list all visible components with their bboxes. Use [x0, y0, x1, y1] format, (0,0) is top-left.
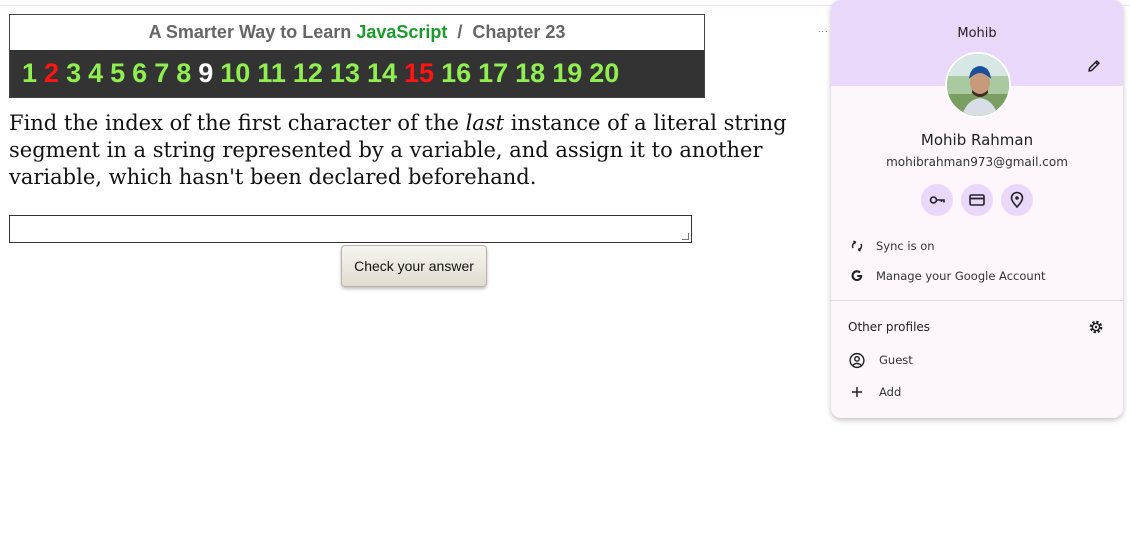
exercise-link-6[interactable]: 6 — [132, 50, 147, 97]
plus-icon — [849, 384, 865, 400]
other-profiles-heading: Other profiles — [848, 320, 931, 334]
add-profile-row[interactable]: Add — [849, 384, 901, 400]
exercise-link-2[interactable]: 2 — [44, 50, 59, 97]
google-icon — [849, 268, 865, 284]
exercise-link-19[interactable]: 19 — [552, 50, 582, 97]
location-pin-icon — [1010, 191, 1024, 209]
profile-menu: Mohib Mohib Rahman mohibrahman973@gmail.… — [831, 0, 1123, 418]
person-circle-icon — [849, 352, 865, 368]
payment-methods-button[interactable] — [961, 184, 993, 216]
question-part-1: Find the index of the first character of… — [9, 111, 466, 135]
exercise-link-11[interactable]: 11 — [257, 50, 286, 97]
sync-icon — [849, 238, 865, 254]
edit-icon[interactable] — [1085, 57, 1103, 75]
key-icon — [929, 196, 945, 204]
question-emphasis: last — [465, 111, 505, 135]
section-divider — [831, 300, 1123, 301]
credit-card-icon — [969, 194, 985, 206]
guest-profile-row[interactable]: Guest — [849, 352, 913, 368]
sync-label: Sync is on — [876, 239, 935, 253]
exercise-link-20[interactable]: 20 — [589, 50, 619, 97]
avatar — [945, 52, 1011, 118]
passwords-button[interactable] — [921, 184, 953, 216]
exercise-number-bar: 1 2 3 4 5 6 7 8 9 10 11 12 13 14 15 16 17 18 19 20 — [10, 50, 704, 97]
check-answer-button[interactable]: Check your answer — [341, 245, 487, 287]
exercise-link-1[interactable]: 1 — [22, 50, 37, 97]
exercise-link-17[interactable]: 17 — [478, 50, 508, 97]
manage-account-row[interactable]: Manage your Google Account — [849, 268, 1046, 284]
answer-input[interactable] — [9, 215, 692, 243]
exercise-link-13[interactable]: 13 — [330, 50, 360, 97]
exercise-link-8[interactable]: 8 — [176, 50, 191, 97]
exercise-link-14[interactable]: 14 — [367, 50, 397, 97]
title-prefix: A Smarter Way to Learn — [148, 22, 357, 42]
addresses-button[interactable] — [1001, 184, 1033, 216]
sync-status-row[interactable]: Sync is on — [849, 238, 935, 254]
gear-icon[interactable] — [1088, 319, 1104, 335]
exercise-link-7[interactable]: 7 — [154, 50, 169, 97]
exercise-link-5[interactable]: 5 — [110, 50, 125, 97]
chapter-header: A Smarter Way to Learn JavaScript / Chap… — [9, 14, 705, 98]
question-text: Find the index of the first character of… — [9, 110, 789, 191]
avatar-photo — [947, 54, 1009, 116]
manage-account-label: Manage your Google Account — [876, 269, 1046, 283]
exercise-link-12[interactable]: 12 — [293, 50, 323, 97]
exercise-link-3[interactable]: 3 — [66, 50, 81, 97]
title-suffix: / Chapter 23 — [447, 22, 566, 42]
exercise-link-15[interactable]: 15 — [404, 50, 434, 97]
profile-full-name: Mohib Rahman — [920, 131, 1034, 149]
exercise-link-18[interactable]: 18 — [515, 50, 545, 97]
exercise-link-9[interactable]: 9 — [198, 50, 213, 97]
exercise-link-10[interactable]: 10 — [220, 50, 250, 97]
add-label: Add — [879, 385, 902, 399]
guest-label: Guest — [879, 353, 913, 367]
profile-short-name: Mohib — [957, 26, 997, 41]
title-brand: JavaScript — [356, 22, 448, 42]
exercise-link-4[interactable]: 4 — [88, 50, 103, 97]
overflow-dots: ... — [818, 24, 829, 34]
resize-handle[interactable] — [682, 233, 689, 240]
exercise-link-16[interactable]: 16 — [441, 50, 471, 97]
header-title: A Smarter Way to Learn JavaScript / Chap… — [10, 15, 704, 50]
profile-email: mohibrahman973@gmail.com — [886, 155, 1068, 169]
